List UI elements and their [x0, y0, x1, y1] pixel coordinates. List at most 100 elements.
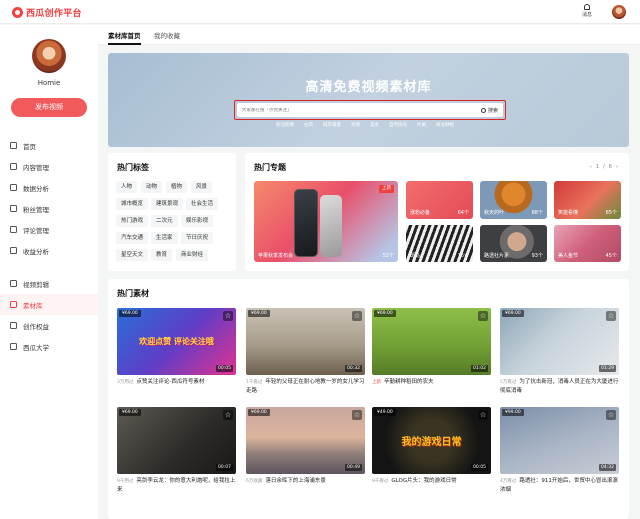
tag-chip[interactable]: 商业财经	[176, 249, 209, 261]
price-badge: ¥69.00	[502, 310, 524, 317]
sidebar-item-library[interactable]: 素材库	[0, 294, 98, 315]
hot-word[interactable]: 美女	[370, 122, 379, 128]
favorite-star-icon[interactable]: ☆	[223, 311, 233, 321]
topic-card[interactable]: 秋天的叶 88个	[480, 181, 547, 219]
material-card[interactable]: ¥69.00 ☆ 01:02 上新 辛勤耕种稻田的农夫	[372, 308, 491, 387]
search-button[interactable]: 搜索	[480, 107, 498, 114]
material-card[interactable]: 我的游戏日常 ¥49.00 ☆ 00:05 9千看过 GLOG片头：我的游戏日常	[372, 407, 491, 486]
material-title[interactable]: 亮剑李云龙：你的意大利炮呢，给我拉上来	[117, 478, 235, 493]
material-title[interactable]: 年轻的父母正在耐心地教一岁的女儿学习走路	[246, 379, 364, 394]
topic-card[interactable]: 笑能看懂 85个	[554, 181, 621, 219]
material-thumbnail[interactable]: ¥69.00 ☆ 01:29	[500, 308, 619, 375]
material-thumbnail[interactable]: 我的游戏日常 ¥49.00 ☆ 00:05	[372, 407, 491, 474]
favorite-star-icon[interactable]: ☆	[478, 311, 488, 321]
tag-chip[interactable]: 汽车交通	[116, 232, 149, 244]
sidebar-item-income[interactable]: 收益分析	[0, 240, 98, 261]
material-card[interactable]: ¥99.00 ☆ 04:32 4万看过 路透社：911开始后，世贸中心冒出滚滚浓烟	[500, 407, 619, 495]
messages-button[interactable]: 消息	[578, 4, 596, 18]
material-thumbnail[interactable]: ¥69.00 ☆ 01:02	[372, 308, 491, 375]
hot-topics-title: 热门专题	[254, 163, 286, 172]
tag-chip[interactable]: 建筑景观	[151, 198, 184, 210]
sidebar-item-video-edit[interactable]: 视频剪辑	[0, 273, 98, 294]
material-card[interactable]: ¥69.00 ☆ 00:07 9千用过 亮剑李云龙：你的意大利炮呢，给我拉上来	[117, 407, 236, 495]
topic-card[interactable]: 路透社片素 93个	[480, 225, 547, 262]
library-icon	[10, 301, 17, 308]
tag-chip[interactable]: 娱乐影视	[181, 215, 214, 227]
sidebar-item-benefits[interactable]: 创作权益	[0, 315, 98, 336]
material-card[interactable]: ¥69.00 ☆ 00:32 1千看过 年轻的父母正在耐心地教一岁的女儿学习走路	[246, 308, 365, 396]
hot-word[interactable]: 自然风光	[389, 122, 407, 128]
topic-card[interactable]: 涨粉必备 64个	[406, 181, 473, 219]
hot-word[interactable]: 新冠疫情	[276, 122, 294, 128]
tab-library-home[interactable]: 素材库首页	[108, 30, 141, 40]
material-title[interactable]: 落日余晖下的上海浦东景	[265, 478, 326, 484]
material-card[interactable]: ¥69.00 ☆ 01:29 5万看过 为了抗击新冠，消毒人员正在为大厦进行彻底消…	[500, 308, 619, 396]
favorite-star-icon[interactable]: ☆	[606, 410, 616, 420]
material-title[interactable]: 路透社：911开始后，世贸中心冒出滚滚浓烟	[500, 478, 618, 493]
tag-chip[interactable]: 教育	[151, 249, 173, 261]
new-badge: 上新	[379, 185, 394, 193]
topic-label: 秋天的叶	[484, 210, 505, 216]
sidebar-item-home[interactable]: 首页	[0, 135, 98, 156]
material-title[interactable]: 点赞关注评论-西瓜符号素材	[136, 379, 204, 385]
hot-topics-panel: 热门专题 ‹ 1 / 6 › 上新 苹果秋季发布会 52个 涨粉必备 64个 秋…	[245, 153, 629, 271]
price-badge: ¥69.00	[119, 409, 141, 416]
tag-chip[interactable]: 二次元	[151, 215, 178, 227]
logo[interactable]: 西瓜创作平台	[12, 6, 82, 19]
hot-word[interactable]: 商业财经	[436, 122, 454, 128]
tag-chip[interactable]: 热门游戏	[116, 215, 149, 227]
material-title[interactable]: 辛勤耕种稻田的农夫	[384, 379, 434, 385]
favorite-star-icon[interactable]: ☆	[352, 410, 362, 420]
tag-chip[interactable]: 人物	[116, 181, 138, 193]
tab-favorites[interactable]: 我的收藏	[154, 30, 180, 40]
home-icon	[10, 142, 17, 149]
hot-materials-title: 热门素材	[117, 289, 149, 298]
hot-materials-panel: 热门素材 欢迎点赞 评论关注哦 ¥69.00 ☆ 00:05 3万用过 点赞关注评…	[108, 279, 629, 519]
tag-chip[interactable]: 植物	[166, 181, 188, 193]
topic-card[interactable]: 美人鱼节 45个	[554, 225, 621, 262]
tag-chip[interactable]: 生活家	[151, 232, 178, 244]
material-card[interactable]: 欢迎点赞 评论关注哦 ¥69.00 ☆ 00:05 3万用过 点赞关注评论-西瓜符…	[117, 308, 236, 387]
usage-count: 4万看过	[500, 479, 517, 484]
material-thumbnail[interactable]: ¥69.00 ☆ 00:32	[246, 308, 365, 375]
tag-chip[interactable]: 动物	[141, 181, 163, 193]
material-thumbnail[interactable]: ¥99.00 ☆ 04:32	[500, 407, 619, 474]
topics-pager[interactable]: ‹ 1 / 6 ›	[590, 164, 619, 170]
sidebar-item-university[interactable]: 西瓜大学	[0, 336, 98, 357]
university-icon	[10, 343, 17, 350]
search-input[interactable]	[242, 107, 481, 113]
favorite-star-icon[interactable]: ☆	[352, 311, 362, 321]
usage-count: 9千用过	[117, 479, 134, 484]
material-thumbnail[interactable]: 欢迎点赞 评论关注哦 ¥69.00 ☆ 00:05	[117, 308, 236, 375]
material-thumbnail[interactable]: ¥69.00 ☆ 00:07	[117, 407, 236, 474]
sidebar-item-content[interactable]: 内容管理	[0, 156, 98, 177]
tag-chip[interactable]: 城市概览	[116, 198, 149, 210]
sidebar-item-comments[interactable]: 评论管理	[0, 219, 98, 240]
pager-text: 1 / 6	[595, 164, 614, 170]
user-avatar[interactable]	[32, 39, 66, 73]
hot-word[interactable]: 古风	[304, 122, 313, 128]
user-avatar-small[interactable]	[612, 5, 626, 19]
hot-tags-title: 热门标签	[117, 163, 149, 172]
publish-video-button[interactable]: 发布视频	[11, 98, 87, 117]
hot-word[interactable]: 亲情	[351, 122, 360, 128]
favorite-star-icon[interactable]: ☆	[606, 311, 616, 321]
favorite-star-icon[interactable]: ☆	[478, 410, 488, 420]
sidebar-item-fans[interactable]: 粉丝管理	[0, 198, 98, 219]
tag-chip[interactable]: 风景	[191, 181, 213, 193]
hot-word[interactable]: 城市夜景	[323, 122, 341, 128]
material-title[interactable]: 为了抗击新冠，消毒人员正在为大厦进行彻底消毒	[500, 379, 618, 394]
hot-search-words: 新冠疫情 古风 城市夜景 亲情 美女 自然风光 片尾 商业财经	[276, 122, 454, 128]
favorite-star-icon[interactable]: ☆	[223, 410, 233, 420]
topic-card[interactable]: 斑马 76个	[406, 225, 473, 262]
tag-chip[interactable]: 社会生活	[186, 198, 219, 210]
hot-word[interactable]: 片尾	[417, 122, 426, 128]
tag-chip[interactable]: 星空天文	[116, 249, 149, 261]
material-thumbnail[interactable]: ¥69.00 ☆ 00:49	[246, 407, 365, 474]
material-title[interactable]: GLOG片头：我的游戏日常	[391, 478, 456, 484]
material-card[interactable]: ¥69.00 ☆ 00:49 6万收藏 落日余晖下的上海浦东景	[246, 407, 365, 486]
sidebar-item-data[interactable]: 数据分析	[0, 177, 98, 198]
sidebar-item-label: 评论管理	[23, 226, 49, 235]
tag-chip[interactable]: 节日庆祝	[181, 232, 214, 244]
topic-card-main[interactable]: 上新 苹果秋季发布会 52个	[254, 181, 398, 262]
